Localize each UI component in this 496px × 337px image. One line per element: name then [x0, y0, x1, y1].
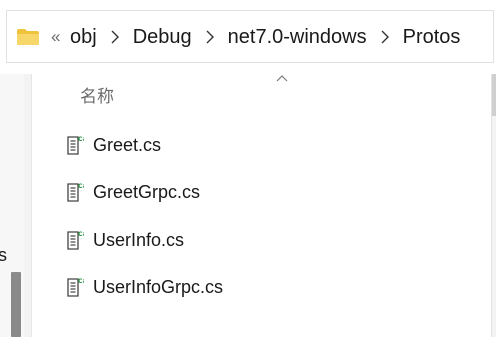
breadcrumb-item-debug[interactable]: Debug [131, 24, 194, 50]
sort-ascending-icon [276, 75, 288, 82]
file-name: UserInfoGrpc.cs [93, 277, 224, 297]
csharp-file-icon: C# [67, 136, 84, 155]
svg-text:C#: C# [78, 183, 84, 190]
file-name: Greet.cs [93, 135, 162, 155]
file-name: GreetGrpc.cs [93, 182, 201, 202]
file-explorer-window: « obj Debug net7.0-windows Protos s 名称 C… [0, 0, 496, 337]
breadcrumb: obj Debug net7.0-windows Protos [68, 24, 462, 50]
file-row[interactable]: C# Greet.cs [66, 131, 161, 159]
file-list-scrollbar-thumb[interactable] [492, 74, 496, 116]
folder-icon [17, 29, 39, 45]
breadcrumb-overflow-button[interactable]: « [51, 25, 60, 49]
breadcrumb-item-protos[interactable]: Protos [401, 24, 463, 50]
file-row[interactable]: C# UserInfoGrpc.cs [66, 273, 223, 301]
column-header-name[interactable]: 名称 [80, 86, 114, 108]
file-row[interactable]: C# GreetGrpc.cs [66, 178, 200, 206]
csharp-file-icon: C# [67, 183, 84, 202]
chevron-right-icon[interactable] [380, 30, 390, 44]
file-name: UserInfo.cs [93, 230, 185, 250]
svg-text:C#: C# [78, 278, 84, 285]
svg-text:C#: C# [78, 136, 84, 143]
navigation-pane-item-label[interactable]: s [0, 245, 7, 266]
svg-text:C#: C# [78, 231, 84, 238]
address-bar[interactable]: « obj Debug net7.0-windows Protos [6, 10, 494, 63]
chevron-right-icon[interactable] [110, 30, 120, 44]
chevron-right-icon[interactable] [205, 30, 215, 44]
navigation-pane-scrollbar[interactable] [11, 272, 21, 337]
csharp-file-icon: C# [67, 278, 84, 297]
breadcrumb-item-obj[interactable]: obj [68, 24, 99, 50]
file-row[interactable]: C# UserInfo.cs [66, 226, 184, 254]
csharp-file-icon: C# [67, 231, 84, 250]
breadcrumb-item-net7-windows[interactable]: net7.0-windows [226, 24, 369, 50]
